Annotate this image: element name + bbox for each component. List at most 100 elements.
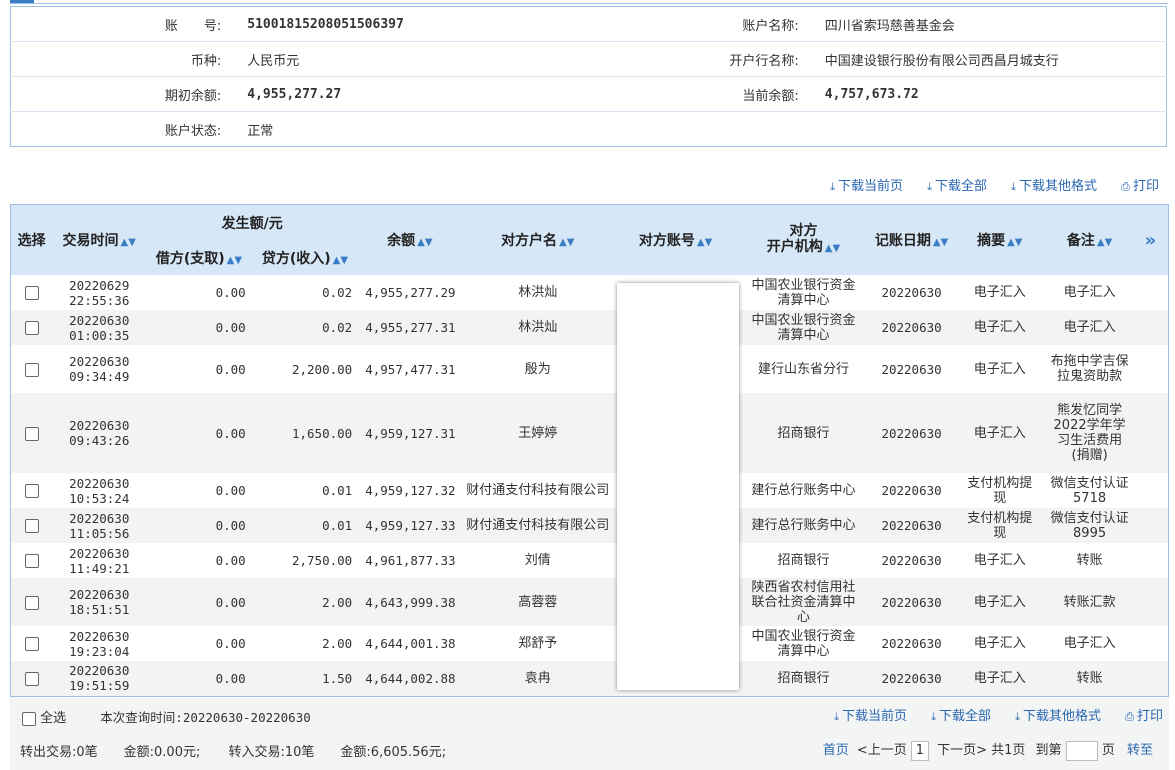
expand-columns-icon[interactable]: » <box>1132 204 1169 275</box>
row-select-cell <box>11 543 53 578</box>
select-all-checkbox[interactable] <box>22 711 36 726</box>
row-select-cell <box>10 310 53 345</box>
sort-icon[interactable]: ▲▼ <box>559 237 574 248</box>
next-page-link[interactable]: 下一页> <box>937 743 987 758</box>
download-icon: ⤓ <box>834 710 839 723</box>
download-icon: ⤓ <box>931 710 936 723</box>
bank-value: 中国建设银行股份有限公司西昌月城支行 <box>810 41 1167 77</box>
print-link[interactable]: ⎙ 打印 <box>1121 179 1159 194</box>
book-date: 20220630 <box>881 361 942 377</box>
row-checkbox[interactable] <box>24 595 39 610</box>
row-spacer <box>1133 543 1169 578</box>
tx-time: 20220630 18:51:51 <box>52 578 147 626</box>
row-checkbox[interactable] <box>24 519 39 534</box>
download-page-link[interactable]: ⤓ 下载当前页 <box>830 179 903 194</box>
sort-icon[interactable]: ▲▼ <box>121 237 136 248</box>
row-select-cell <box>10 508 53 543</box>
counterparty-bank: 中国农业银行资金清算中心 <box>751 277 856 308</box>
bottom-action-links: ⤓ 下载当前页 ⤓ 下载全部 ⤓ 下载其他格式 ⎙ 打印 <box>814 705 1163 724</box>
row-select-cell <box>11 275 53 310</box>
balance-amount: 4,957,477.31 <box>365 361 456 377</box>
go-button[interactable]: 转至 <box>1127 743 1153 758</box>
row-checkbox[interactable] <box>24 672 39 686</box>
row-checkbox[interactable] <box>24 426 39 441</box>
tx-remark: 转账汇款 <box>1046 578 1133 626</box>
tx-remark: 电子汇入 <box>1063 285 1116 300</box>
prev-page-link[interactable]: <上一页 <box>857 743 907 758</box>
row-checkbox[interactable] <box>24 554 39 569</box>
header-debit[interactable]: 借方(支取) ▲▼ <box>146 240 252 275</box>
top-action-links: ⤓ 下载当前页 ⤓ 下载全部 ⤓ 下载其他格式 ⎙ 打印 <box>810 175 1159 194</box>
download-other-link[interactable]: ⤓ 下载其他格式 <box>1015 709 1101 724</box>
sort-icon[interactable]: ▲▼ <box>1097 237 1112 248</box>
header-summary[interactable]: 摘要 ▲▼ <box>953 204 1047 275</box>
balance-amount: 4,955,277.29 <box>365 285 456 300</box>
balance-amount: 4,959,127.33 <box>358 508 462 543</box>
balance-amount: 4,643,999.38 <box>358 578 462 626</box>
current-page[interactable]: 1 <box>910 740 929 761</box>
counterparty-name: 高蓉蓉 <box>461 578 614 626</box>
balance-amount: 4,644,001.38 <box>365 636 456 651</box>
credit-amount: 2.00 <box>251 578 359 626</box>
header-balance[interactable]: 余额 ▲▼ <box>358 204 462 275</box>
select-all-label[interactable]: 全选 <box>40 711 66 726</box>
row-spacer <box>1132 578 1169 626</box>
total-pages: 共1页 <box>991 743 1026 758</box>
account-name-label: 账户名称: <box>588 6 811 42</box>
tx-remark: 转账 <box>1076 553 1103 568</box>
current-balance-label: 当前余额: <box>588 76 811 112</box>
download-page-link[interactable]: ⤓ 下载当前页 <box>834 709 907 724</box>
header-credit[interactable]: 贷方(收入) ▲▼ <box>251 240 359 275</box>
row-spacer <box>1133 275 1169 310</box>
table-row: 2022062922:55:360.000.024,955,277.29林洪灿6… <box>11 275 1169 310</box>
download-all-link[interactable]: ⤓ 下载全部 <box>927 179 987 194</box>
download-all-link[interactable]: ⤓ 下载全部 <box>931 709 991 724</box>
row-checkbox[interactable] <box>24 286 39 301</box>
print-link[interactable]: ⎙ 打印 <box>1125 709 1163 724</box>
balance-amount: 4,961,877.33 <box>365 553 456 568</box>
tx-summary: 电子汇入 <box>973 553 1026 568</box>
row-spacer <box>1132 310 1169 345</box>
sort-icon[interactable]: ▲▼ <box>933 237 948 248</box>
sort-icon[interactable]: ▲▼ <box>333 255 348 266</box>
sort-icon[interactable]: ▲▼ <box>227 255 242 266</box>
row-checkbox[interactable] <box>24 321 39 336</box>
printer-icon: ⎙ <box>1121 180 1130 193</box>
counterparty-name: 袁冉 <box>461 661 614 696</box>
debit-amount: 0.00 <box>215 553 246 568</box>
debit-amount: 0.00 <box>146 578 252 626</box>
book-date: 20220630 <box>881 636 942 651</box>
download-icon: ⤓ <box>830 180 835 193</box>
sort-icon[interactable]: ▲▼ <box>825 243 840 254</box>
currency-value: 人民币元 <box>233 41 589 77</box>
row-checkbox[interactable] <box>24 362 39 377</box>
download-other-link[interactable]: ⤓ 下载其他格式 <box>1011 179 1097 194</box>
header-remark[interactable]: 备注 ▲▼ <box>1046 204 1133 275</box>
sort-icon[interactable]: ▲▼ <box>697 237 712 248</box>
table-row: 2022063019:23:040.002.004,644,001.38郑舒予6… <box>11 626 1169 661</box>
book-date: 20220630 <box>869 310 954 345</box>
table-row: 20220630 09:34:49 0.00 2,200.00 4,957,477.31… <box>11 345 1169 393</box>
counterparty-bank: 陕西省农村信用社联合社资金清算中心 <box>737 578 870 626</box>
book-date: 20220630 <box>869 578 954 626</box>
account-info-table: 账 号: 51001815208051506397 账户名称: 四川省索玛慈善基… <box>10 6 1167 147</box>
counterparty-name: 财付通支付科技有限公司 <box>466 483 610 498</box>
first-page-link[interactable]: 首页 <box>823 743 849 758</box>
book-date: 20220630 <box>881 285 942 300</box>
credit-amount: 0.02 <box>251 310 359 345</box>
row-checkbox[interactable] <box>24 484 39 499</box>
header-cp-name[interactable]: 对方户名 ▲▼ <box>461 204 614 275</box>
counterparty-name: 郑舒予 <box>518 636 558 651</box>
sort-icon[interactable]: ▲▼ <box>417 237 432 248</box>
row-checkbox[interactable] <box>24 637 39 652</box>
book-date: 20220630 <box>881 553 942 568</box>
header-cp-bank[interactable]: 对方 开户机构 ▲▼ <box>737 204 870 275</box>
header-cp-account[interactable]: 对方账号 ▲▼ <box>613 204 738 275</box>
account-status-value: 正常 <box>247 123 274 139</box>
header-time[interactable]: 交易时间 ▲▼ <box>52 204 147 275</box>
page-number-input[interactable] <box>1065 740 1098 761</box>
opening-balance-value: 4,955,277.27 <box>233 76 589 112</box>
printer-icon: ⎙ <box>1125 710 1134 723</box>
sort-icon[interactable]: ▲▼ <box>1007 237 1022 248</box>
header-book-date[interactable]: 记账日期 ▲▼ <box>869 204 954 275</box>
